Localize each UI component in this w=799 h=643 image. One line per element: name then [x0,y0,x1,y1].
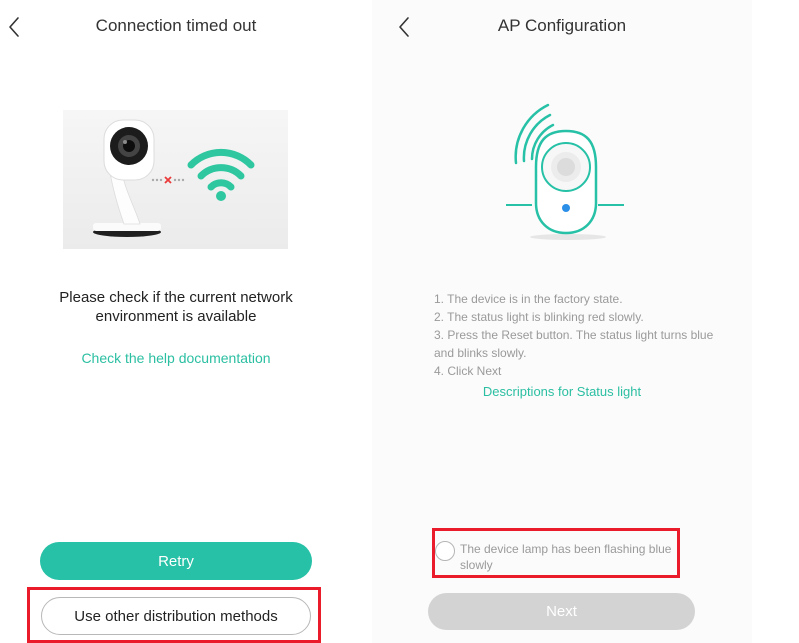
retry-button[interactable]: Retry [40,542,312,580]
status-light-descriptions-link[interactable]: Descriptions for Status light [372,384,752,399]
step-text: 4. Click Next [434,364,502,378]
lamp-flashing-confirmation[interactable]: The device lamp has been flashing blue s… [435,538,675,578]
page-title: Connection timed out [95,16,257,35]
configuration-steps: 1. The device is in the factory state. 2… [434,290,734,380]
timeout-illustration [63,110,288,249]
next-button[interactable]: Next [428,593,695,630]
help-documentation-link[interactable]: Check the help documentation [0,350,352,366]
step-text: 1. The device is in the factory state. [434,292,623,306]
other-distribution-methods-button[interactable]: Use other distribution methods [41,597,311,635]
network-check-message: Please check if the current network envi… [59,289,293,325]
confirmation-radio[interactable] [435,541,455,561]
step-text: 2. The status light is blinking red slow… [434,310,644,324]
page-title: AP Configuration [497,16,627,35]
ap-device-illustration [498,95,628,245]
step-text: 3. Press the Reset button. The status li… [434,328,714,360]
confirmation-label: The device lamp has been flashing blue s… [460,542,672,572]
connection-timeout-screen: Connection timed out Please check if the… [0,0,352,643]
